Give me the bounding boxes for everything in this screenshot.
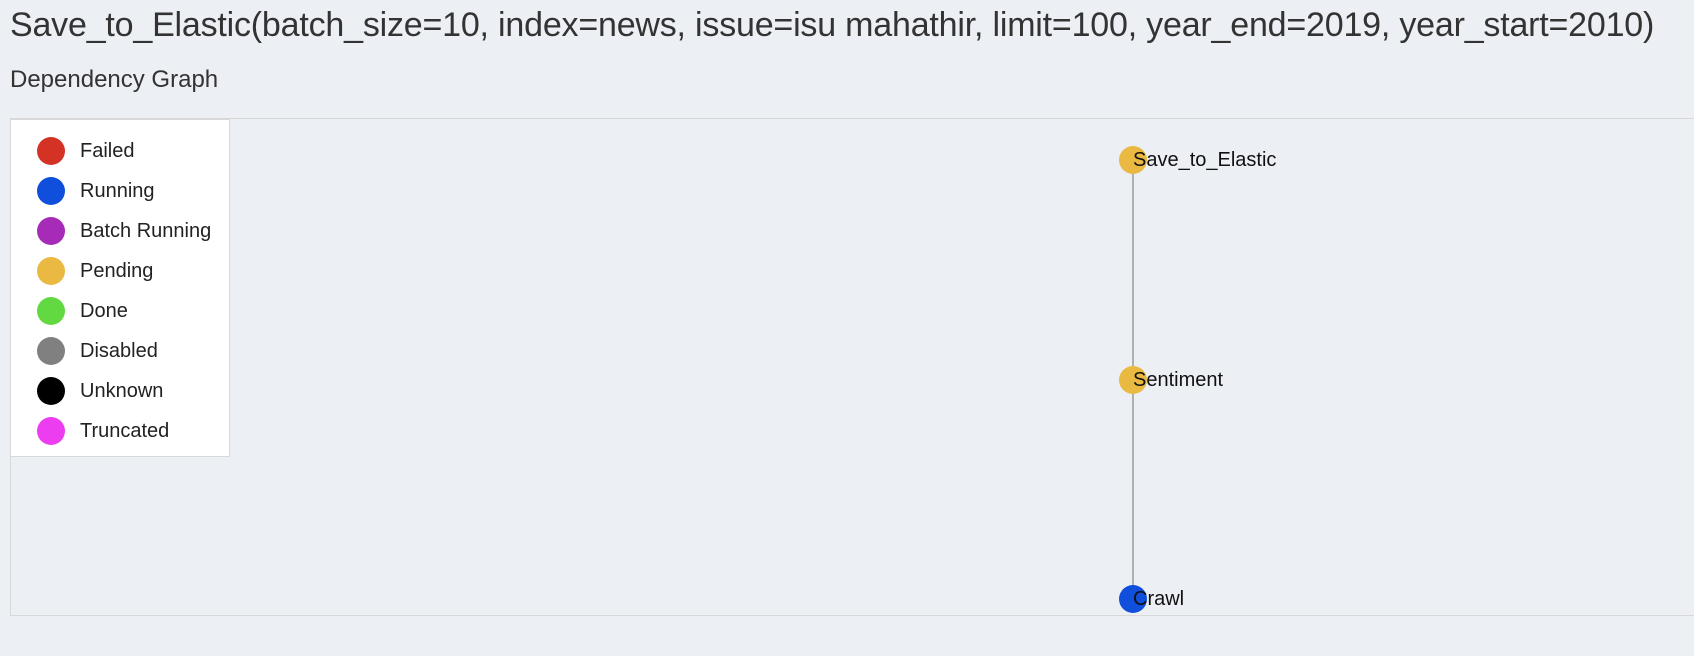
graph-node-sentiment[interactable]: Sentiment: [1119, 366, 1223, 394]
legend-label: Disabled: [80, 339, 158, 362]
running-status-dot-icon: [37, 177, 65, 205]
legend-label: Unknown: [80, 379, 164, 402]
legend-label: Truncated: [80, 419, 170, 442]
legend: Failed Running Batch Running Pending Don…: [10, 119, 230, 457]
legend-item-batch-running: Batch Running: [37, 216, 211, 246]
legend-item-disabled: Disabled: [37, 336, 158, 366]
legend-item-truncated: Truncated: [37, 416, 169, 446]
legend-label: Done: [80, 299, 128, 322]
done-status-dot-icon: [37, 297, 65, 325]
failed-status-dot-icon: [37, 137, 65, 165]
legend-label: Pending: [80, 259, 154, 282]
legend-item-failed: Failed: [37, 136, 134, 166]
unknown-status-dot-icon: [37, 377, 65, 405]
legend-item-done: Done: [37, 296, 128, 326]
node-label[interactable]: Crawl: [1133, 588, 1184, 611]
legend-item-running: Running: [37, 176, 155, 206]
legend-item-pending: Pending: [37, 256, 153, 286]
legend-label: Failed: [80, 139, 135, 162]
dependency-graph-panel[interactable]: [10, 118, 1694, 616]
graph-node-save-to-elastic[interactable]: Save_to_Elastic: [1119, 146, 1276, 174]
pending-status-dot-icon: [37, 257, 65, 285]
graph-edge-sentiment-crawl: [1132, 380, 1134, 600]
graph-node-crawl[interactable]: Crawl: [1119, 585, 1184, 613]
batch-running-status-dot-icon: [37, 217, 65, 245]
legend-item-unknown: Unknown: [37, 376, 163, 406]
legend-label: Running: [80, 179, 155, 202]
node-label[interactable]: Save_to_Elastic: [1133, 149, 1276, 172]
truncated-status-dot-icon: [37, 417, 65, 445]
page-subtitle: Dependency Graph: [10, 66, 219, 93]
page-title: Save_to_Elastic(batch_size=10, index=new…: [10, 6, 1655, 44]
node-label[interactable]: Sentiment: [1133, 369, 1223, 392]
graph-edge-save-to-elastic-sentiment: [1132, 160, 1134, 380]
disabled-status-dot-icon: [37, 337, 65, 365]
legend-label: Batch Running: [80, 219, 212, 242]
